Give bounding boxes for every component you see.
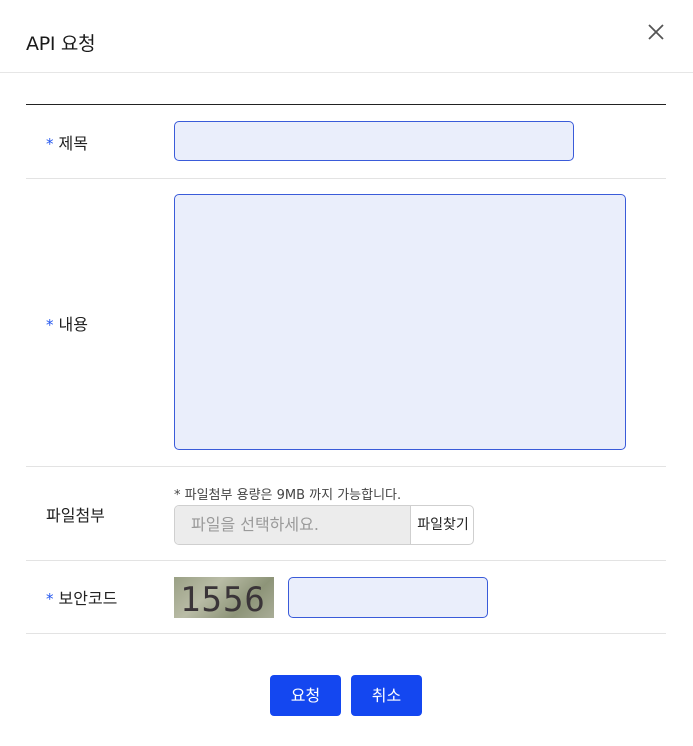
file-label: 파일첨부	[46, 505, 105, 525]
file-name-field[interactable]: 파일을 선택하세요.	[175, 506, 411, 544]
required-mark: *	[46, 315, 54, 334]
title-input[interactable]	[174, 121, 574, 161]
required-mark: *	[46, 134, 54, 153]
cancel-button[interactable]: 취소	[351, 675, 422, 716]
file-browse-button[interactable]: 파일찾기	[411, 506, 473, 544]
submit-button[interactable]: 요청	[270, 675, 341, 716]
file-picker: 파일을 선택하세요. 파일찾기	[174, 505, 474, 545]
required-mark: *	[46, 590, 54, 608]
dialog-header: API 요청	[0, 0, 693, 73]
captcha-label: * 보안코드	[46, 589, 118, 608]
title-label: * 제목	[46, 133, 88, 153]
dialog-title: API 요청	[26, 33, 96, 55]
content-label: * 내용	[46, 314, 88, 334]
close-icon[interactable]	[646, 22, 666, 42]
captcha-image: 1556	[174, 577, 274, 618]
content-textarea[interactable]	[174, 194, 626, 450]
captcha-code: 1556	[180, 580, 266, 618]
captcha-input[interactable]	[288, 577, 488, 618]
file-size-note: * 파일첨부 용량은 9MB 까지 가능합니다.	[174, 488, 402, 503]
